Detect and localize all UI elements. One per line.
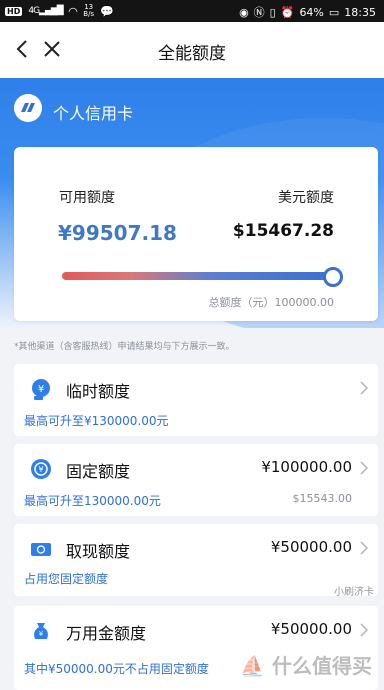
watermark-brand-text: 什么值得买	[272, 654, 372, 678]
chevron-right-icon	[360, 461, 369, 475]
status-bar: HD 4G▂▄▆█ ◜◝ 13 B/s 💬 ◉ Ⓝ ▯ ⏰ 64% ▭ 18:35	[0, 0, 384, 22]
bank-logo-icon	[14, 94, 42, 122]
message-icon: 💬	[100, 4, 114, 18]
network-speed: 13 B/s	[83, 4, 94, 18]
status-right: ◉ Ⓝ ▯ ⏰ 64% ▭ 18:35	[239, 4, 376, 20]
limit-summary-card: 可用额度 ¥99507.18 美元额度 $15467.28 总额度（元）1000…	[14, 147, 378, 321]
speed-unit: B/s	[83, 10, 95, 18]
fixed-limit-usd: $15543.00	[292, 492, 353, 505]
disclaimer-note: *其他渠道（含客服热线）申请结果均与下方展示一致。	[14, 342, 235, 352]
status-left: HD 4G▂▄▆█ ◜◝ 13 B/s 💬	[5, 4, 114, 18]
svg-text:¥: ¥	[39, 630, 44, 638]
watermark-logo-icon: ⛵	[240, 654, 266, 678]
svg-text:¥: ¥	[38, 465, 43, 474]
fixed-limit-amount: ¥100000.00	[261, 458, 352, 476]
usd-limit-label: 美元额度	[278, 190, 334, 206]
total-limit: 总额度（元）100000.00	[208, 296, 335, 309]
temporary-limit-icon: ¥	[32, 379, 50, 400]
page-title: 全能额度	[158, 44, 226, 64]
list-item-temporary-limit[interactable]: ¥ 临时额度 最高可升至¥130000.00元	[14, 364, 378, 436]
available-limit-value: ¥99507.18	[58, 221, 177, 245]
chevron-right-icon	[360, 541, 369, 555]
alarm-icon: ⏰	[280, 5, 295, 19]
list-item-cash-limit[interactable]: 取现额度 ¥50000.00 占用您固定额度	[14, 524, 378, 596]
universal-limit-note: 其中¥50000.00元不占用固定额度	[24, 662, 209, 676]
battery-icon: ▭	[328, 5, 340, 19]
usd-limit-value: $15467.28	[232, 221, 334, 241]
chevron-right-icon	[360, 623, 369, 637]
network-label: 4G	[28, 6, 40, 16]
cash-limit-name: 取现额度	[66, 542, 131, 561]
list-item-fixed-limit[interactable]: ¥ 固定额度 ¥100000.00 最高可升至130000.00元 $15543…	[14, 444, 378, 516]
nfc-icon: Ⓝ	[253, 6, 265, 19]
clock: 18:35	[344, 5, 376, 19]
watermark-brand: ⛵ 什么值得买	[240, 650, 372, 679]
battery-percent: 64%	[299, 5, 324, 19]
limit-progress-bar	[62, 272, 334, 280]
card-name: 个人信用卡	[53, 104, 134, 123]
fixed-limit-icon: ¥	[31, 459, 51, 479]
vibrate-icon: ▯	[269, 5, 276, 19]
network-indicator: 4G▂▄▆█	[28, 6, 63, 16]
fixed-limit-name: 固定额度	[66, 462, 131, 481]
svg-text:¥: ¥	[38, 384, 44, 395]
fixed-limit-note: 最高可升至130000.00元	[24, 494, 161, 508]
universal-limit-icon: ¥	[34, 623, 48, 639]
universal-limit-name: 万用金额度	[66, 624, 147, 643]
cash-limit-icon	[31, 543, 51, 556]
temporary-limit-name: 临时额度	[66, 382, 131, 401]
cash-limit-amount: ¥50000.00	[270, 538, 352, 556]
hd-badge: HD	[5, 6, 23, 16]
available-limit-label: 可用额度	[59, 190, 115, 206]
watermark-account: 小刷济卡	[334, 587, 374, 598]
nav-bar: 全能额度	[0, 22, 384, 79]
cash-limit-note: 占用您固定额度	[24, 572, 109, 586]
temporary-limit-note: 最高可升至¥130000.00元	[24, 414, 169, 428]
eye-icon: ◉	[239, 5, 249, 19]
limit-progress-knob	[322, 267, 343, 287]
wifi-icon: ◜◝	[68, 4, 78, 18]
chevron-right-icon	[360, 381, 369, 395]
universal-limit-amount: ¥50000.00	[270, 620, 352, 638]
